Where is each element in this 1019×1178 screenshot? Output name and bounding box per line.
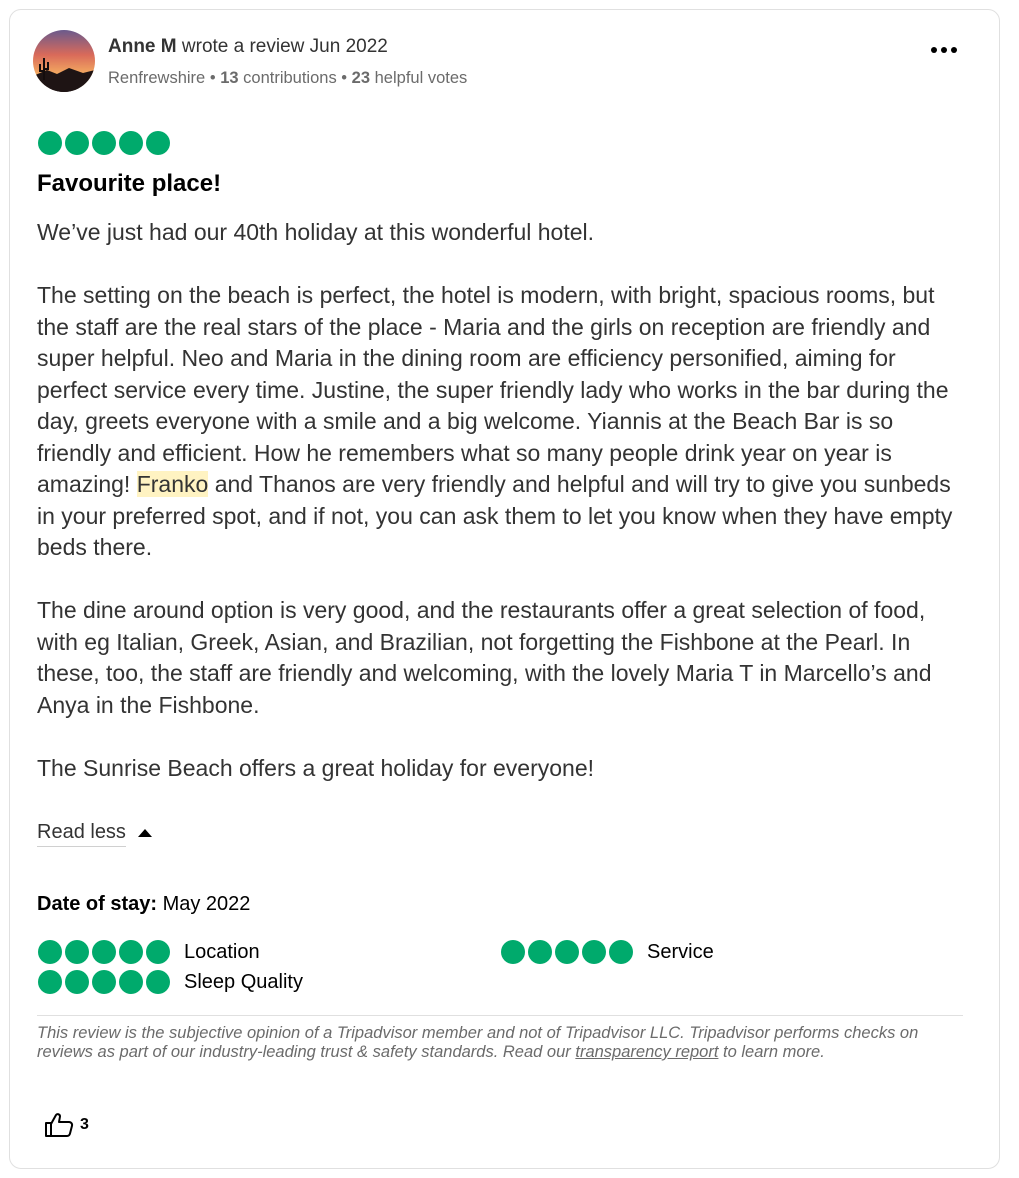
date-of-stay: Date of stay: May 2022 [37, 893, 250, 916]
reviewer-location: Renfrewshire [108, 69, 206, 87]
date-of-stay-value: May 2022 [162, 893, 251, 915]
rating-bubble [65, 970, 89, 994]
helpful-vote-button[interactable]: 3 [44, 1112, 89, 1138]
subrating-bubbles [501, 940, 633, 964]
contributions-label: contributions [243, 69, 337, 87]
rating-bubble [65, 940, 89, 964]
subrating-bubbles [38, 970, 170, 994]
transparency-report-link[interactable]: transparency report [575, 1043, 718, 1061]
subrating-label: Service [647, 940, 714, 963]
rating-bubble [38, 940, 62, 964]
rating-bubble [38, 970, 62, 994]
rating-bubble [119, 940, 143, 964]
reviewer-meta: Renfrewshire • 13 contributions • 23 hel… [108, 69, 467, 88]
caret-up-icon [137, 829, 152, 837]
rating-bubble [92, 131, 116, 155]
more-options-button[interactable] [924, 36, 964, 64]
rating-bubble [555, 940, 579, 964]
review-paragraph: The setting on the beach is perfect, the… [37, 282, 953, 560]
review-paragraph: We’ve just had our 40th holiday at this … [37, 219, 595, 245]
date-of-stay-label: Date of stay: [37, 893, 158, 915]
subrating-label: Location [184, 940, 260, 963]
avatar[interactable] [33, 30, 95, 92]
rating-bubble [146, 970, 170, 994]
helpful-count: 3 [80, 1116, 89, 1133]
rating-bubble [528, 940, 552, 964]
thumbs-up-icon [45, 1113, 74, 1137]
rating-bubble [146, 131, 170, 155]
review-title: Favourite place! [37, 170, 222, 197]
helpful-votes-count: 23 [351, 69, 371, 87]
rating-bubble [119, 131, 143, 155]
subrating-bubbles [38, 940, 170, 964]
avatar-image [33, 30, 95, 92]
subrating-service: Service [501, 940, 714, 964]
review-disclaimer: This review is the subjective opinion of… [37, 1024, 919, 1061]
rating-bubble [92, 970, 116, 994]
review-paragraph: The Sunrise Beach offers a great holiday… [37, 754, 595, 781]
rating-bubble [582, 940, 606, 964]
highlighted-keyword: Franko [136, 471, 209, 497]
review-paragraph: The dine around option is very good, and… [37, 597, 932, 718]
rating-bubble [501, 940, 525, 964]
review-header: Anne M wrote a review Jun 2022 [108, 36, 388, 58]
meta-separator: • [209, 69, 216, 87]
read-less-button[interactable]: Read less [37, 821, 152, 847]
review-body: We’ve just had our 40th holiday at this … [37, 217, 967, 784]
more-horizontal-icon [931, 47, 957, 53]
rating-bubble [146, 940, 170, 964]
read-less-label: Read less [37, 821, 126, 847]
helpful-votes-label: helpful votes [374, 69, 468, 87]
rating-bubble [92, 940, 116, 964]
meta-separator: • [341, 69, 348, 87]
wrote-review-text: wrote a review Jun 2022 [181, 36, 388, 57]
author-name-link[interactable]: Anne M [108, 36, 177, 57]
contributions-count: 13 [220, 69, 239, 87]
subrating-label: Sleep Quality [184, 970, 303, 993]
subrating-location: Location [38, 940, 260, 964]
overall-rating-bubbles [38, 131, 170, 155]
rating-bubble [38, 131, 62, 155]
subrating-sleep-quality: Sleep Quality [38, 970, 303, 994]
rating-bubble [609, 940, 633, 964]
rating-bubble [119, 970, 143, 994]
divider [37, 1015, 963, 1016]
rating-bubble [65, 131, 89, 155]
